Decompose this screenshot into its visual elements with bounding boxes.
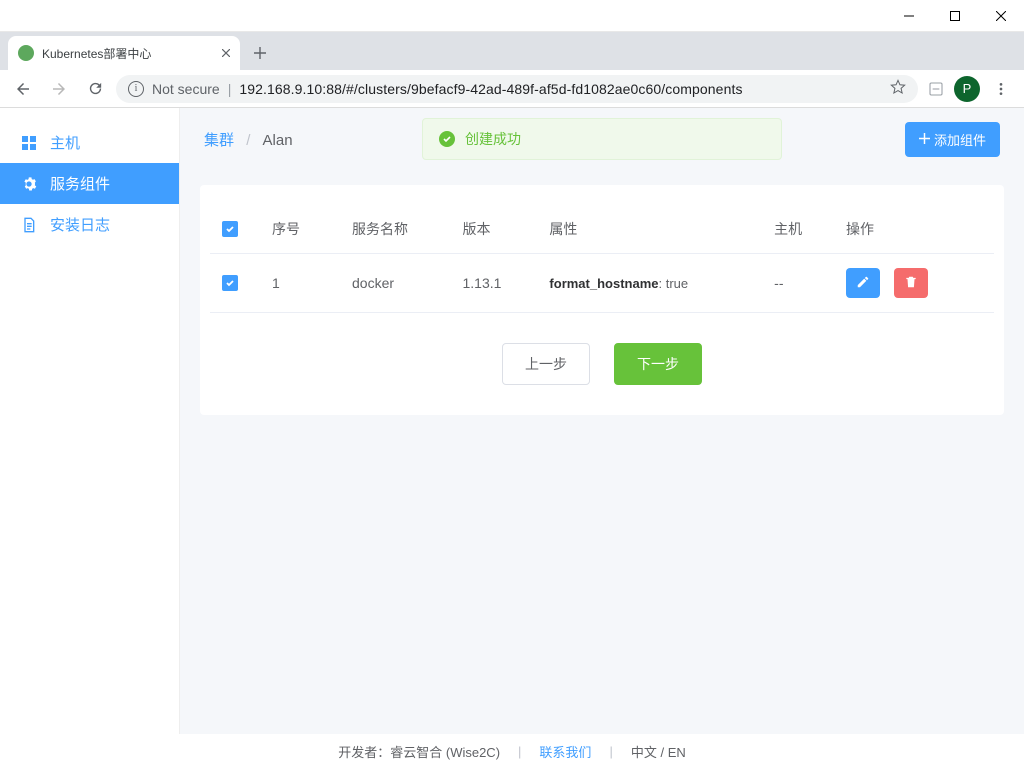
sidebar-item-label: 主机: [50, 132, 80, 153]
attr-key: format_hostname: [549, 276, 658, 291]
breadcrumb-separator: /: [246, 132, 250, 149]
nav-forward-button[interactable]: [44, 74, 74, 104]
cell-name: docker: [340, 254, 451, 313]
tab-favicon-icon: [18, 45, 34, 61]
row-checkbox[interactable]: [222, 275, 238, 291]
avatar-letter: P: [963, 81, 972, 96]
browser-tab-active[interactable]: Kubernetes部署中心: [8, 36, 240, 70]
browser-menu-button[interactable]: [986, 74, 1016, 104]
sidebar: 主机 服务组件 安装日志: [0, 108, 180, 768]
tab-close-icon[interactable]: [222, 46, 230, 60]
sidebar-item-label: 服务组件: [50, 173, 110, 194]
bookmark-star-icon[interactable]: [890, 79, 906, 98]
address-bar[interactable]: i Not secure | 192.168.9.10:88/#/cluster…: [116, 75, 918, 103]
footer: 开发者：睿云智合 (Wise2C) | 联系我们 | 中文 / EN: [0, 734, 1024, 768]
plus-icon: [919, 132, 930, 147]
profile-avatar[interactable]: P: [954, 76, 980, 102]
not-secure-label: Not secure: [152, 81, 220, 97]
sidebar-item-logs[interactable]: 安装日志: [0, 204, 179, 245]
col-version: 版本: [451, 205, 538, 254]
delete-row-button[interactable]: [894, 268, 928, 298]
window-minimize-button[interactable]: [886, 0, 932, 32]
site-info-icon[interactable]: i: [128, 81, 144, 97]
window-close-button[interactable]: [978, 0, 1024, 32]
new-tab-button[interactable]: [246, 39, 274, 67]
edit-icon: [856, 275, 870, 292]
extension-icon[interactable]: [924, 77, 948, 101]
main-content: 创建成功 集群 / Alan 添加组件: [180, 108, 1024, 768]
col-name: 服务名称: [340, 205, 451, 254]
edit-row-button[interactable]: [846, 268, 880, 298]
next-step-button[interactable]: 下一步: [614, 343, 702, 385]
attr-val: : true: [659, 276, 689, 291]
add-component-label: 添加组件: [934, 130, 986, 149]
check-circle-icon: [439, 131, 455, 147]
browser-toolbar: i Not secure | 192.168.9.10:88/#/cluster…: [0, 70, 1024, 108]
components-table: 序号 服务名称 版本 属性 主机 操作: [210, 205, 994, 313]
col-index: 序号: [260, 205, 340, 254]
success-toast: 创建成功: [422, 118, 782, 160]
cell-host: --: [762, 254, 834, 313]
grid-icon: [20, 135, 38, 151]
document-icon: [20, 217, 38, 233]
lang-en[interactable]: EN: [668, 745, 686, 760]
sidebar-item-hosts[interactable]: 主机: [0, 122, 179, 163]
footer-sep: |: [609, 744, 612, 759]
breadcrumb-root-link[interactable]: 集群: [204, 132, 234, 149]
cell-version: 1.13.1: [451, 254, 538, 313]
add-component-button[interactable]: 添加组件: [905, 122, 1000, 157]
sidebar-item-label: 安装日志: [50, 214, 110, 235]
lang-zh[interactable]: 中文: [631, 745, 657, 760]
tab-title: Kubernetes部署中心: [42, 45, 214, 62]
gear-icon: [20, 176, 38, 192]
footer-sep: |: [518, 744, 521, 759]
footer-contact-link[interactable]: 联系我们: [539, 742, 591, 761]
browser-tabs-row: Kubernetes部署中心: [0, 32, 1024, 70]
wizard-pager: 上一步 下一步: [210, 313, 994, 395]
cell-index: 1: [260, 254, 340, 313]
sidebar-item-components[interactable]: 服务组件: [0, 163, 179, 204]
footer-developer: 开发者：睿云智合 (Wise2C): [338, 742, 500, 761]
col-attr: 属性: [537, 205, 762, 254]
address-url: 192.168.9.10:88/#/clusters/9befacf9-42ad…: [239, 81, 742, 97]
trash-icon: [904, 275, 918, 292]
window-maximize-button[interactable]: [932, 0, 978, 32]
window-titlebar: [0, 0, 1024, 32]
breadcrumb: 集群 / Alan: [204, 129, 293, 150]
table-row: 1 docker 1.13.1 format_hostname: true --: [210, 254, 994, 313]
components-panel: 序号 服务名称 版本 属性 主机 操作: [200, 185, 1004, 415]
col-action: 操作: [834, 205, 994, 254]
footer-lang: 中文 / EN: [631, 742, 686, 761]
app-root: 主机 服务组件 安装日志 创建成功 集群 /: [0, 108, 1024, 768]
nav-back-button[interactable]: [8, 74, 38, 104]
toast-message: 创建成功: [465, 129, 521, 149]
nav-reload-button[interactable]: [80, 74, 110, 104]
col-host: 主机: [762, 205, 834, 254]
prev-step-button[interactable]: 上一步: [502, 343, 590, 385]
address-separator: |: [228, 81, 232, 97]
cell-attr: format_hostname: true: [537, 254, 762, 313]
select-all-checkbox[interactable]: [222, 221, 238, 237]
breadcrumb-current: Alan: [263, 132, 293, 149]
